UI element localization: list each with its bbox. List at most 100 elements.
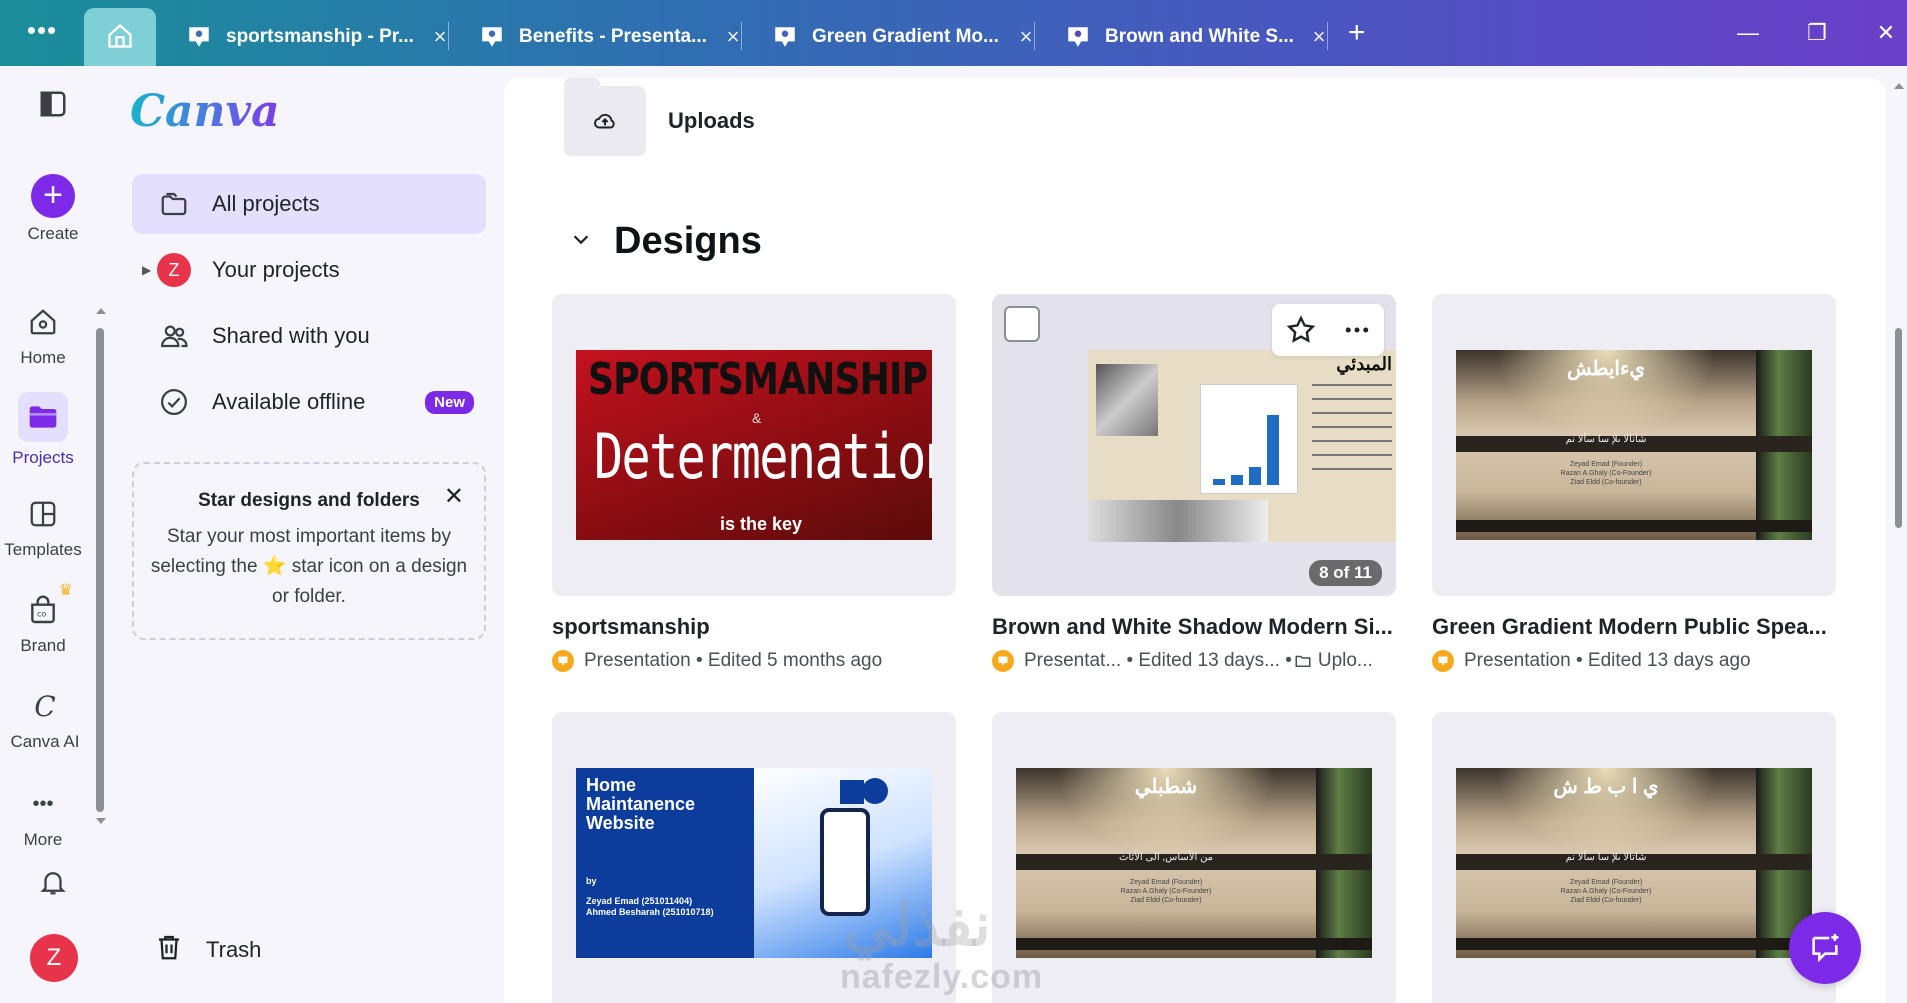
brand-icon: co ♛	[23, 582, 73, 630]
tab-label: Benefits - Presenta...	[519, 26, 707, 47]
slide-preview: يءايطش شاتالا ىلإ سا سألا نم Zeyad Emad …	[1456, 350, 1812, 540]
projects-stack-icon	[156, 186, 192, 222]
app-menu-button[interactable]: •••	[22, 17, 62, 46]
account-button[interactable]: Z	[30, 934, 78, 982]
templates-icon	[23, 494, 63, 534]
presentation-type-icon	[552, 650, 574, 672]
home-label: Home	[20, 348, 66, 367]
notifications-button[interactable]	[10, 862, 96, 908]
rail-item-brand[interactable]: co ♛ Brand	[0, 582, 86, 656]
watermark-arabic: نفذلي	[844, 891, 991, 958]
design-card[interactable]: يءايطش شاتالا ىلإ سا سألا نم Zeyad Emad …	[1432, 294, 1836, 672]
tab-sportsmanship[interactable]: sportsmanship - Pr... ×	[168, 8, 452, 66]
nav-available-offline[interactable]: Available offline New	[132, 372, 486, 432]
rail-item-canva-ai[interactable]: C Canva AI	[2, 686, 88, 752]
nav-label: All projects	[212, 191, 320, 216]
slide-preview: شطبلي من الأساس, الى الأثاث Zeyad Emad (…	[1016, 768, 1372, 958]
card-actions	[1272, 304, 1384, 356]
tab-label: Brown and White S...	[1105, 26, 1294, 47]
rail-scrollbar-thumb[interactable]	[96, 328, 104, 812]
nav-trash[interactable]: Trash	[154, 932, 261, 968]
sidebar-toggle-icon	[33, 84, 73, 124]
close-window-button[interactable]: ✕	[1866, 16, 1906, 50]
home-icon	[108, 23, 132, 48]
nav-shared-with-you[interactable]: Shared with you	[132, 306, 486, 366]
design-card[interactable]: ي ا ب ط ش شاتالا ىلإ سا سألا نم Zeyad Em…	[1432, 712, 1836, 1003]
new-tab-button[interactable]: +	[1348, 18, 1366, 48]
chat-sparkle-icon	[1812, 933, 1839, 963]
chevron-down-icon[interactable]	[570, 228, 592, 256]
create-label: Create	[27, 224, 79, 243]
tab-benefits[interactable]: Benefits - Presenta... ×	[461, 8, 745, 66]
section-title: Designs	[614, 220, 762, 262]
star-icon[interactable]	[1285, 314, 1317, 346]
templates-label: Templates	[4, 540, 82, 559]
nav-all-projects[interactable]: All projects	[132, 174, 486, 234]
more-options-icon[interactable]	[1342, 315, 1372, 345]
help-chat-button[interactable]	[1789, 912, 1861, 984]
star-tip-card: ✕ Star designs and folders Star your mos…	[132, 462, 486, 640]
toggle-sidebar-button[interactable]	[10, 84, 96, 130]
design-thumbnail[interactable]: يءايطش شاتالا ىلإ سا سألا نم Zeyad Emad …	[1432, 294, 1836, 596]
canva-logo[interactable]: Canva	[130, 86, 280, 137]
folder-link[interactable]: Uplo...	[1318, 650, 1373, 672]
rail-scrollbar[interactable]	[96, 306, 106, 826]
bell-icon	[33, 862, 73, 902]
design-thumbnail[interactable]: شطبلي من الأساس, الى الأثاث Zeyad Emad (…	[992, 712, 1396, 1003]
tab-separator	[448, 22, 449, 50]
presentation-icon	[482, 27, 502, 47]
close-icon[interactable]: ✕	[444, 482, 464, 511]
main-scrollbar-thumb[interactable]	[1895, 328, 1902, 528]
select-checkbox[interactable]	[1004, 306, 1040, 342]
cloud-upload-icon	[594, 113, 615, 129]
presentation-type-icon	[1432, 650, 1454, 672]
rail-item-home[interactable]: Home	[0, 302, 86, 368]
design-card[interactable]: SPORTSMANSHIP & Determenation is the key…	[552, 294, 956, 672]
tab-green-gradient[interactable]: Green Gradient Mo... ×	[754, 8, 1038, 66]
minimize-button[interactable]: —	[1728, 16, 1768, 50]
nav-label: Shared with you	[212, 323, 370, 348]
nav-your-projects[interactable]: ▶ Z Your projects	[132, 240, 486, 300]
design-meta: Presentation • Edited 13 days ago	[1432, 650, 1836, 672]
restore-button[interactable]: ❐	[1797, 16, 1837, 50]
designs-section-header[interactable]: Designs	[570, 220, 762, 263]
tab-separator	[1034, 22, 1035, 50]
rail-item-templates[interactable]: Templates	[0, 494, 86, 560]
design-card[interactable]: شطبلي من الأساس, الى الأثاث Zeyad Emad (…	[992, 712, 1396, 1003]
user-avatar: Z	[156, 252, 192, 288]
svg-text:co: co	[37, 610, 46, 619]
design-card[interactable]: المبدئي 8 of 11 Brown and White Shadow M…	[992, 294, 1396, 672]
design-thumbnail[interactable]: SPORTSMANSHIP & Determenation is the key	[552, 294, 956, 596]
rail-item-projects[interactable]: Projects	[0, 392, 86, 468]
design-title[interactable]: sportsmanship	[552, 614, 956, 640]
design-thumbnail[interactable]: المبدئي 8 of 11	[992, 294, 1396, 596]
home-icon	[23, 302, 63, 342]
folder-thumbnail	[564, 78, 646, 156]
tab-separator	[741, 22, 742, 50]
crown-icon: ♛	[58, 582, 73, 599]
canva-ai-label: Canva AI	[10, 732, 80, 751]
tab-label: sportsmanship - Pr...	[226, 26, 414, 47]
slide-preview: ي ا ب ط ش شاتالا ىلإ سا سألا نم Zeyad Em…	[1456, 768, 1812, 958]
tab-brown-white[interactable]: Brown and White S... ×	[1047, 8, 1331, 66]
folder-name: Uploads	[668, 108, 755, 133]
tab-label: Green Gradient Mo...	[812, 26, 999, 47]
presentation-icon	[1068, 27, 1088, 47]
main-scrollbar[interactable]	[1894, 78, 1904, 538]
left-rail: + Create Home Projects Templates co ♛ Br…	[0, 66, 106, 1003]
nav-label: Available offline	[212, 389, 366, 414]
design-title[interactable]: Brown and White Shadow Modern Si...	[992, 614, 1396, 640]
expand-caret-icon[interactable]: ▶	[142, 263, 151, 277]
folder-icon	[1295, 655, 1311, 667]
tip-body: Star your most important items by select…	[150, 526, 468, 607]
brand-label: Brand	[20, 636, 66, 655]
home-tab[interactable]	[84, 8, 156, 66]
create-button[interactable]: + Create	[10, 174, 96, 244]
rail-item-more[interactable]: ••• More	[0, 784, 86, 850]
design-thumbnail[interactable]: ي ا ب ط ش شاتالا ىلإ سا سألا نم Zeyad Em…	[1432, 712, 1836, 1003]
scroll-down-arrow-icon	[96, 818, 106, 824]
avatar: Z	[30, 934, 78, 982]
design-title[interactable]: Green Gradient Modern Public Spea...	[1432, 614, 1836, 640]
uploads-folder[interactable]: Uploads	[564, 78, 755, 156]
star-emoji-icon: ⭐	[262, 556, 287, 577]
